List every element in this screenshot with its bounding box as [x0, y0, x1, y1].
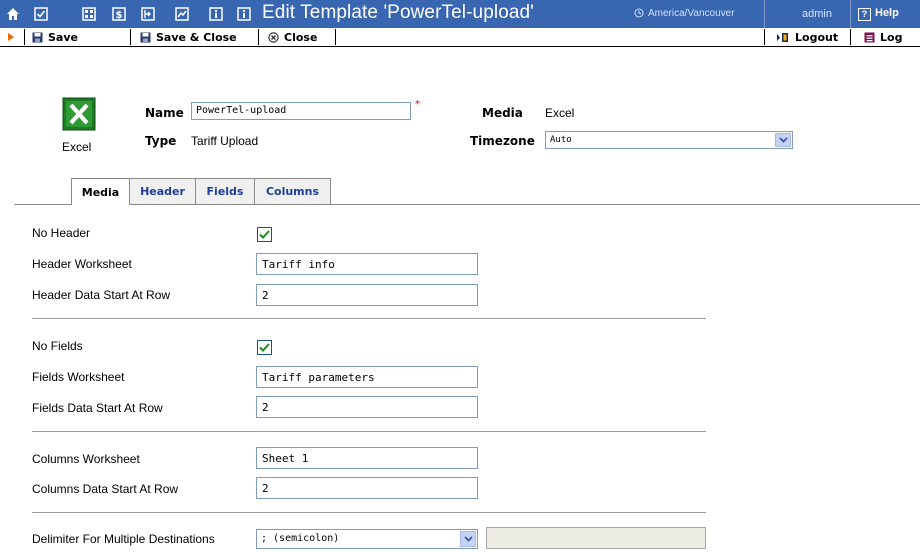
- tab-media[interactable]: Media: [71, 178, 130, 205]
- no-fields-checkbox[interactable]: [257, 340, 272, 355]
- columns-worksheet-input[interactable]: Sheet 1: [256, 447, 478, 469]
- close-icon: [268, 31, 279, 43]
- separator: [764, 0, 765, 28]
- header-worksheet-label: Header Worksheet: [32, 257, 132, 271]
- info-icon[interactable]: [208, 6, 224, 22]
- chevron-down-icon: [775, 133, 791, 147]
- header-worksheet-input[interactable]: Tariff info: [256, 253, 478, 275]
- separator: [764, 29, 765, 45]
- header-start-row-label: Header Data Start At Row: [32, 288, 171, 302]
- log-label: Log: [880, 30, 903, 44]
- log-button[interactable]: Log: [864, 28, 902, 46]
- timezone-text: America/Vancouver: [648, 8, 735, 19]
- columns-start-row-input[interactable]: 2: [256, 477, 478, 499]
- delimiter-select-value: ; (semicolon): [261, 533, 340, 544]
- svg-text:$: $: [116, 10, 123, 21]
- columns-worksheet-label: Columns Worksheet: [32, 452, 140, 466]
- checklist-icon[interactable]: [33, 6, 49, 22]
- page-title: Edit Template 'PowerTel-upload': [262, 2, 534, 23]
- close-button[interactable]: Close: [268, 28, 317, 46]
- separator: [850, 0, 851, 28]
- title-bar: $ Edit Template 'PowerTel-upload' Americ…: [0, 0, 920, 28]
- save-button[interactable]: Save: [32, 28, 78, 46]
- media-value: Excel: [545, 106, 575, 120]
- billing-icon[interactable]: $: [111, 6, 127, 22]
- no-header-label: No Header: [32, 226, 91, 240]
- tab-header[interactable]: Header: [129, 178, 196, 204]
- fields-start-row-label: Fields Data Start At Row: [32, 401, 163, 415]
- logout-button[interactable]: Logout: [776, 28, 838, 46]
- media-label: Media: [482, 106, 523, 120]
- save-label: Save: [48, 30, 78, 44]
- excel-icon: [62, 97, 96, 131]
- section-divider: [32, 318, 706, 319]
- name-label: Name: [145, 106, 184, 120]
- header-start-row-input[interactable]: 2: [256, 284, 478, 306]
- statistics-icon[interactable]: [174, 6, 190, 22]
- timezone-label: Timezone: [470, 134, 535, 148]
- separator: [24, 29, 25, 45]
- save-close-icon: [140, 32, 151, 42]
- no-fields-label: No Fields: [32, 339, 83, 353]
- fields-start-row-input[interactable]: 2: [256, 396, 478, 418]
- chevron-down-icon: [460, 531, 476, 547]
- delimiter-select[interactable]: ; (semicolon): [256, 529, 478, 549]
- timezone-select[interactable]: Auto: [545, 131, 793, 149]
- fields-worksheet-label: Fields Worksheet: [32, 370, 125, 384]
- toolbar: Save Save & Close Close Logout Log: [0, 28, 920, 47]
- home-icon[interactable]: [5, 6, 21, 22]
- section-divider: [32, 431, 706, 432]
- no-header-checkbox[interactable]: [257, 227, 272, 242]
- help-link[interactable]: ? Help: [858, 7, 899, 21]
- tab-columns[interactable]: Columns: [254, 178, 331, 204]
- type-value: Tariff Upload: [191, 134, 259, 148]
- logout-icon: [777, 32, 788, 42]
- section-divider: [32, 512, 706, 513]
- separator: [335, 29, 336, 45]
- user-name[interactable]: admin: [802, 8, 832, 20]
- delimiter-custom-input: [486, 527, 706, 549]
- arrow-icon: [7, 28, 20, 46]
- tab-underline: [14, 204, 920, 205]
- checkmark-icon: [259, 343, 270, 352]
- separator: [130, 29, 131, 45]
- tab-bar: Media Header Fields Columns: [71, 178, 331, 205]
- fields-worksheet-input[interactable]: Tariff parameters: [256, 366, 478, 388]
- required-asterisk: *: [415, 99, 420, 110]
- columns-start-row-label: Columns Data Start At Row: [32, 482, 179, 496]
- grid-icon[interactable]: [81, 6, 97, 22]
- type-label: Type: [145, 134, 177, 148]
- document-icon: [236, 6, 252, 22]
- save-close-label: Save & Close: [156, 30, 237, 44]
- help-icon: ?: [858, 8, 871, 21]
- separator: [258, 29, 259, 45]
- media-icon-label: Excel: [62, 140, 92, 154]
- tab-fields[interactable]: Fields: [195, 178, 255, 204]
- name-input[interactable]: PowerTel-upload: [191, 102, 411, 120]
- logout-label: Logout: [795, 30, 839, 44]
- save-icon: [32, 32, 43, 42]
- save-close-button[interactable]: Save & Close: [140, 28, 237, 46]
- close-label: Close: [284, 30, 318, 44]
- checkmark-icon: [259, 230, 270, 239]
- timezone-select-value: Auto: [550, 135, 572, 145]
- timezone-indicator[interactable]: America/Vancouver: [634, 8, 735, 19]
- routing-icon[interactable]: [140, 6, 156, 22]
- separator: [850, 29, 851, 45]
- clock-icon: [634, 8, 644, 18]
- log-icon: [864, 32, 875, 42]
- delimiter-label: Delimiter For Multiple Destinations: [32, 532, 215, 546]
- help-label: Help: [875, 7, 899, 19]
